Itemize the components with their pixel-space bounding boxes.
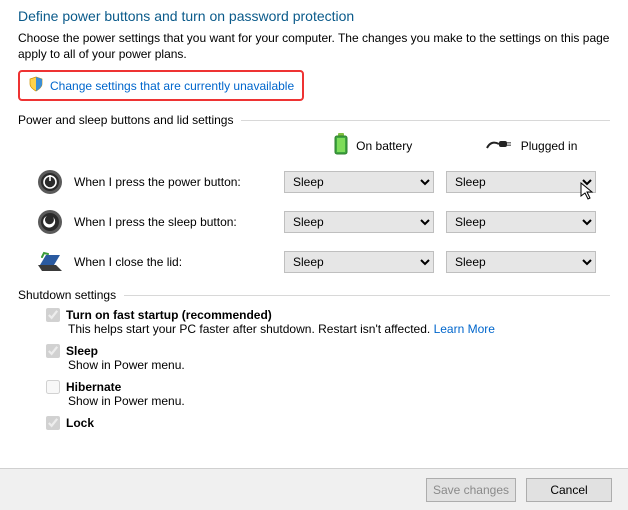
change-settings-link[interactable]: Change settings that are currently unava… — [50, 79, 294, 93]
on-battery-header: On battery — [294, 133, 452, 158]
lid-row: When I close the lid: Sleep Sleep — [18, 248, 610, 276]
plug-icon — [485, 136, 513, 155]
fast-startup-desc: This helps start your PC faster after sh… — [68, 322, 610, 336]
lock-checkbox[interactable] — [46, 416, 60, 430]
lock-item: Lock — [46, 416, 610, 430]
shield-icon — [28, 76, 44, 95]
page-title: Define power buttons and turn on passwor… — [18, 8, 610, 24]
sleep-button-label: When I press the sleep button: — [64, 215, 284, 229]
power-button-icon — [36, 168, 64, 196]
sleep-button-battery-select[interactable]: Sleep — [284, 211, 434, 233]
lock-label: Lock — [66, 416, 94, 430]
learn-more-link[interactable]: Learn More — [434, 322, 495, 336]
lid-plugged-select[interactable]: Sleep — [446, 251, 596, 273]
lid-label: When I close the lid: — [64, 255, 284, 269]
sleep-label: Sleep — [66, 344, 98, 358]
save-button[interactable]: Save changes — [426, 478, 516, 502]
cancel-button[interactable]: Cancel — [526, 478, 612, 502]
sleep-button-row: When I press the sleep button: Sleep Sle… — [18, 208, 610, 236]
power-button-label: When I press the power button: — [64, 175, 284, 189]
power-button-row: When I press the power button: Sleep Sle… — [18, 168, 610, 196]
hibernate-item: Hibernate Show in Power menu. — [46, 380, 610, 408]
power-button-battery-select[interactable]: Sleep — [284, 171, 434, 193]
buttons-section-heading: Power and sleep buttons and lid settings — [18, 113, 610, 127]
lid-battery-select[interactable]: Sleep — [284, 251, 434, 273]
sleep-desc: Show in Power menu. — [68, 358, 610, 372]
shutdown-section-heading: Shutdown settings — [18, 288, 610, 302]
battery-icon — [334, 133, 348, 158]
fast-startup-label: Turn on fast startup (recommended) — [66, 308, 272, 322]
hibernate-desc: Show in Power menu. — [68, 394, 610, 408]
fast-startup-item: Turn on fast startup (recommended) This … — [46, 308, 610, 336]
sleep-button-icon — [36, 208, 64, 236]
column-headers: On battery Plugged in — [18, 133, 610, 158]
hibernate-checkbox[interactable] — [46, 380, 60, 394]
hibernate-label: Hibernate — [66, 380, 121, 394]
footer-bar: Save changes Cancel — [0, 468, 628, 510]
sleep-button-plugged-select[interactable]: Sleep — [446, 211, 596, 233]
lid-icon — [36, 248, 64, 276]
page-subtitle: Choose the power settings that you want … — [18, 30, 610, 62]
plugged-in-header: Plugged in — [452, 136, 610, 155]
sleep-checkbox[interactable] — [46, 344, 60, 358]
sleep-item: Sleep Show in Power menu. — [46, 344, 610, 372]
change-settings-callout: Change settings that are currently unava… — [18, 70, 304, 101]
fast-startup-checkbox[interactable] — [46, 308, 60, 322]
power-button-plugged-select[interactable]: Sleep — [446, 171, 596, 193]
